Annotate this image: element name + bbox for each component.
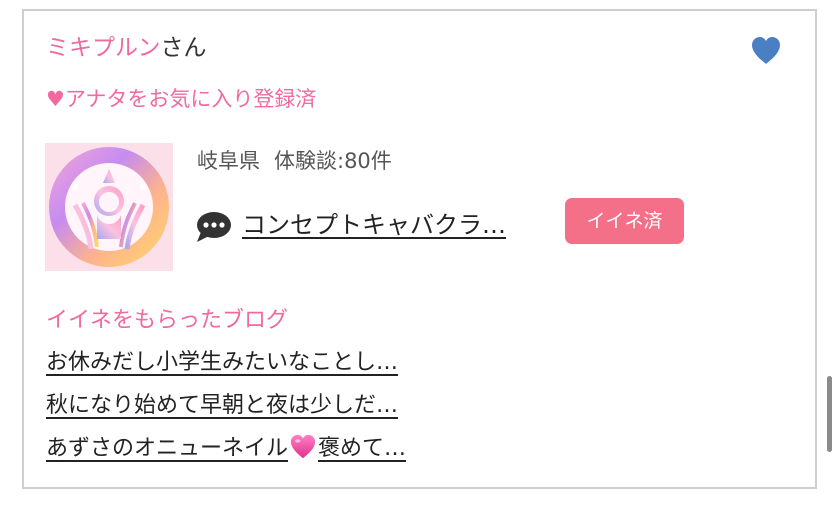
pink-heart-emoji: [290, 434, 316, 459]
blog-title-rest: 褒めて…: [318, 436, 407, 461]
scrollbar[interactable]: [827, 376, 832, 452]
liked-badge[interactable]: イイネ済: [565, 198, 684, 244]
profile-meta: 岐阜県 体験談:80件: [197, 146, 392, 176]
name-suffix: さん: [160, 35, 207, 61]
review-count: 体験談:80件: [274, 149, 392, 173]
prefecture: 岐阜県: [197, 149, 260, 173]
avatar[interactable]: [45, 143, 173, 271]
user-name[interactable]: ミキプルン: [46, 35, 161, 61]
shop-link[interactable]: コンセプトキャバクラ…: [242, 208, 506, 242]
liked-blog-list: お休みだし小学生みたいなことし… 秋になり始めて早朝と夜は少しだ… あずさのオニ…: [46, 346, 406, 475]
user-name-row[interactable]: ミキプルンさん: [46, 32, 207, 64]
liked-blogs-title: イイネをもらったブログ: [46, 308, 289, 333]
list-item[interactable]: お休みだし小学生みたいなことし…: [46, 346, 406, 389]
list-item[interactable]: 秋になり始めて早朝と夜は少しだ…: [46, 389, 406, 432]
list-item[interactable]: あずさのオニューネイル 褒めて…: [46, 432, 406, 475]
blog-link[interactable]: お休みだし小学生みたいなことし…: [46, 350, 398, 375]
blog-title: 秋になり始めて早朝と夜は少しだ…: [46, 393, 399, 418]
blog-title: お休みだし小学生みたいなことし…: [46, 350, 399, 375]
blog-link[interactable]: あずさのオニューネイル 褒めて…: [46, 434, 407, 461]
blog-title: あずさのオニューネイル: [46, 436, 289, 461]
blog-link[interactable]: 秋になり始めて早朝と夜は少しだ…: [46, 393, 398, 418]
speech-bubble-icon: [195, 210, 233, 244]
favorite-status: ♥アナタをお気に入り登録済: [46, 87, 317, 111]
heart-icon[interactable]: [750, 36, 782, 66]
